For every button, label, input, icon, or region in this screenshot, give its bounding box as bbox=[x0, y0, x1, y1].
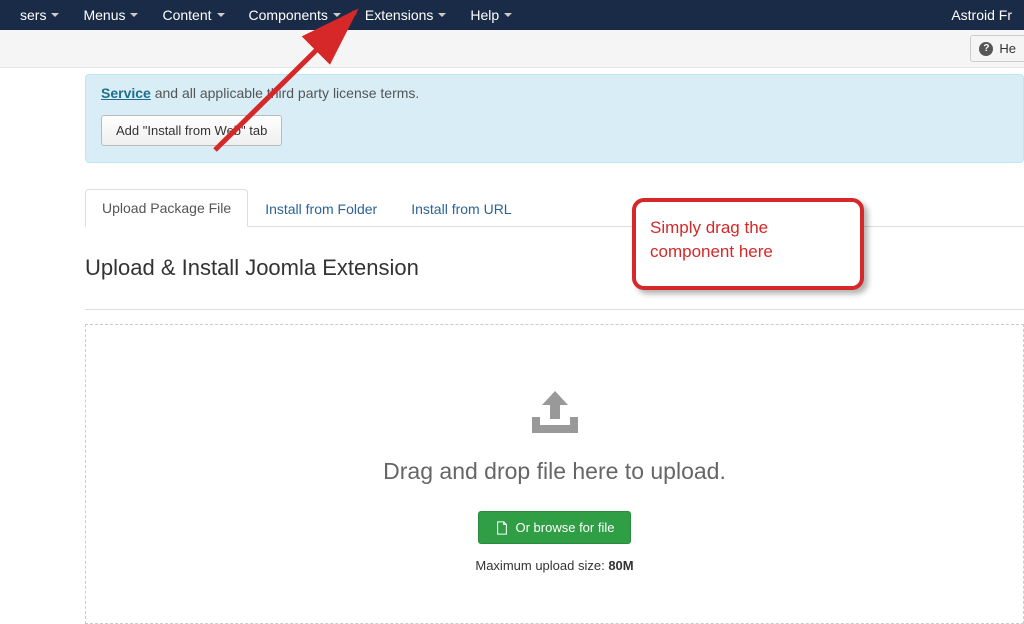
nav-label: Menus bbox=[83, 7, 125, 23]
browse-button[interactable]: Or browse for file bbox=[478, 511, 632, 544]
help-label: He bbox=[999, 41, 1016, 56]
drop-instruction: Drag and drop file here to upload. bbox=[106, 458, 1003, 485]
page-title: Upload & Install Joomla Extension bbox=[85, 255, 419, 281]
nav-item-extensions[interactable]: Extensions bbox=[353, 7, 458, 23]
tab-install-folder[interactable]: Install from Folder bbox=[248, 190, 394, 227]
tab-install-url[interactable]: Install from URL bbox=[394, 190, 528, 227]
install-tabs: Upload Package File Install from Folder … bbox=[85, 189, 1024, 227]
chevron-down-icon bbox=[217, 13, 225, 17]
upload-icon bbox=[528, 391, 582, 436]
nav-label: Content bbox=[162, 7, 211, 23]
alert-terms-text: and all applicable third party license t… bbox=[151, 85, 419, 101]
nav-label: Components bbox=[249, 7, 328, 23]
nav-left: sers Menus Content Components Extensions… bbox=[8, 7, 524, 23]
install-from-web-alert: Service and all applicable third party l… bbox=[85, 74, 1024, 163]
upload-dropzone[interactable]: Drag and drop file here to upload. Or br… bbox=[85, 324, 1024, 624]
nav-label: sers bbox=[20, 7, 46, 23]
terms-link[interactable]: Service bbox=[101, 85, 151, 101]
max-label: Maximum upload size: bbox=[475, 558, 608, 573]
chevron-down-icon bbox=[130, 13, 138, 17]
browse-label: Or browse for file bbox=[516, 520, 615, 535]
chevron-down-icon bbox=[51, 13, 59, 17]
annotation-callout: Simply drag the component here bbox=[632, 198, 864, 290]
nav-template-name: Astroid Fr bbox=[951, 7, 1016, 23]
nav-item-help[interactable]: Help bbox=[458, 7, 524, 23]
max-upload-size: Maximum upload size: 80M bbox=[106, 558, 1003, 573]
alert-text-line: Service and all applicable third party l… bbox=[101, 85, 1008, 101]
add-install-from-web-button[interactable]: Add "Install from Web" tab bbox=[101, 115, 282, 146]
chevron-down-icon bbox=[504, 13, 512, 17]
chevron-down-icon bbox=[438, 13, 446, 17]
toolbar-row: ? He bbox=[0, 30, 1024, 68]
max-value: 80M bbox=[608, 558, 633, 573]
help-icon: ? bbox=[979, 42, 993, 56]
nav-right: Astroid Fr bbox=[951, 7, 1016, 23]
nav-item-users[interactable]: sers bbox=[8, 7, 71, 23]
heading-row: Upload & Install Joomla Extension bbox=[85, 227, 1024, 310]
help-button[interactable]: ? He bbox=[970, 35, 1024, 62]
nav-label: Extensions bbox=[365, 7, 433, 23]
tab-upload-package[interactable]: Upload Package File bbox=[85, 189, 248, 227]
callout-text: Simply drag the component here bbox=[650, 218, 773, 261]
nav-item-content[interactable]: Content bbox=[150, 7, 236, 23]
nav-label: Help bbox=[470, 7, 499, 23]
chevron-down-icon bbox=[333, 13, 341, 17]
nav-item-menus[interactable]: Menus bbox=[71, 7, 150, 23]
file-icon bbox=[495, 521, 509, 535]
top-navbar: sers Menus Content Components Extensions… bbox=[0, 0, 1024, 30]
nav-item-components[interactable]: Components bbox=[237, 7, 353, 23]
